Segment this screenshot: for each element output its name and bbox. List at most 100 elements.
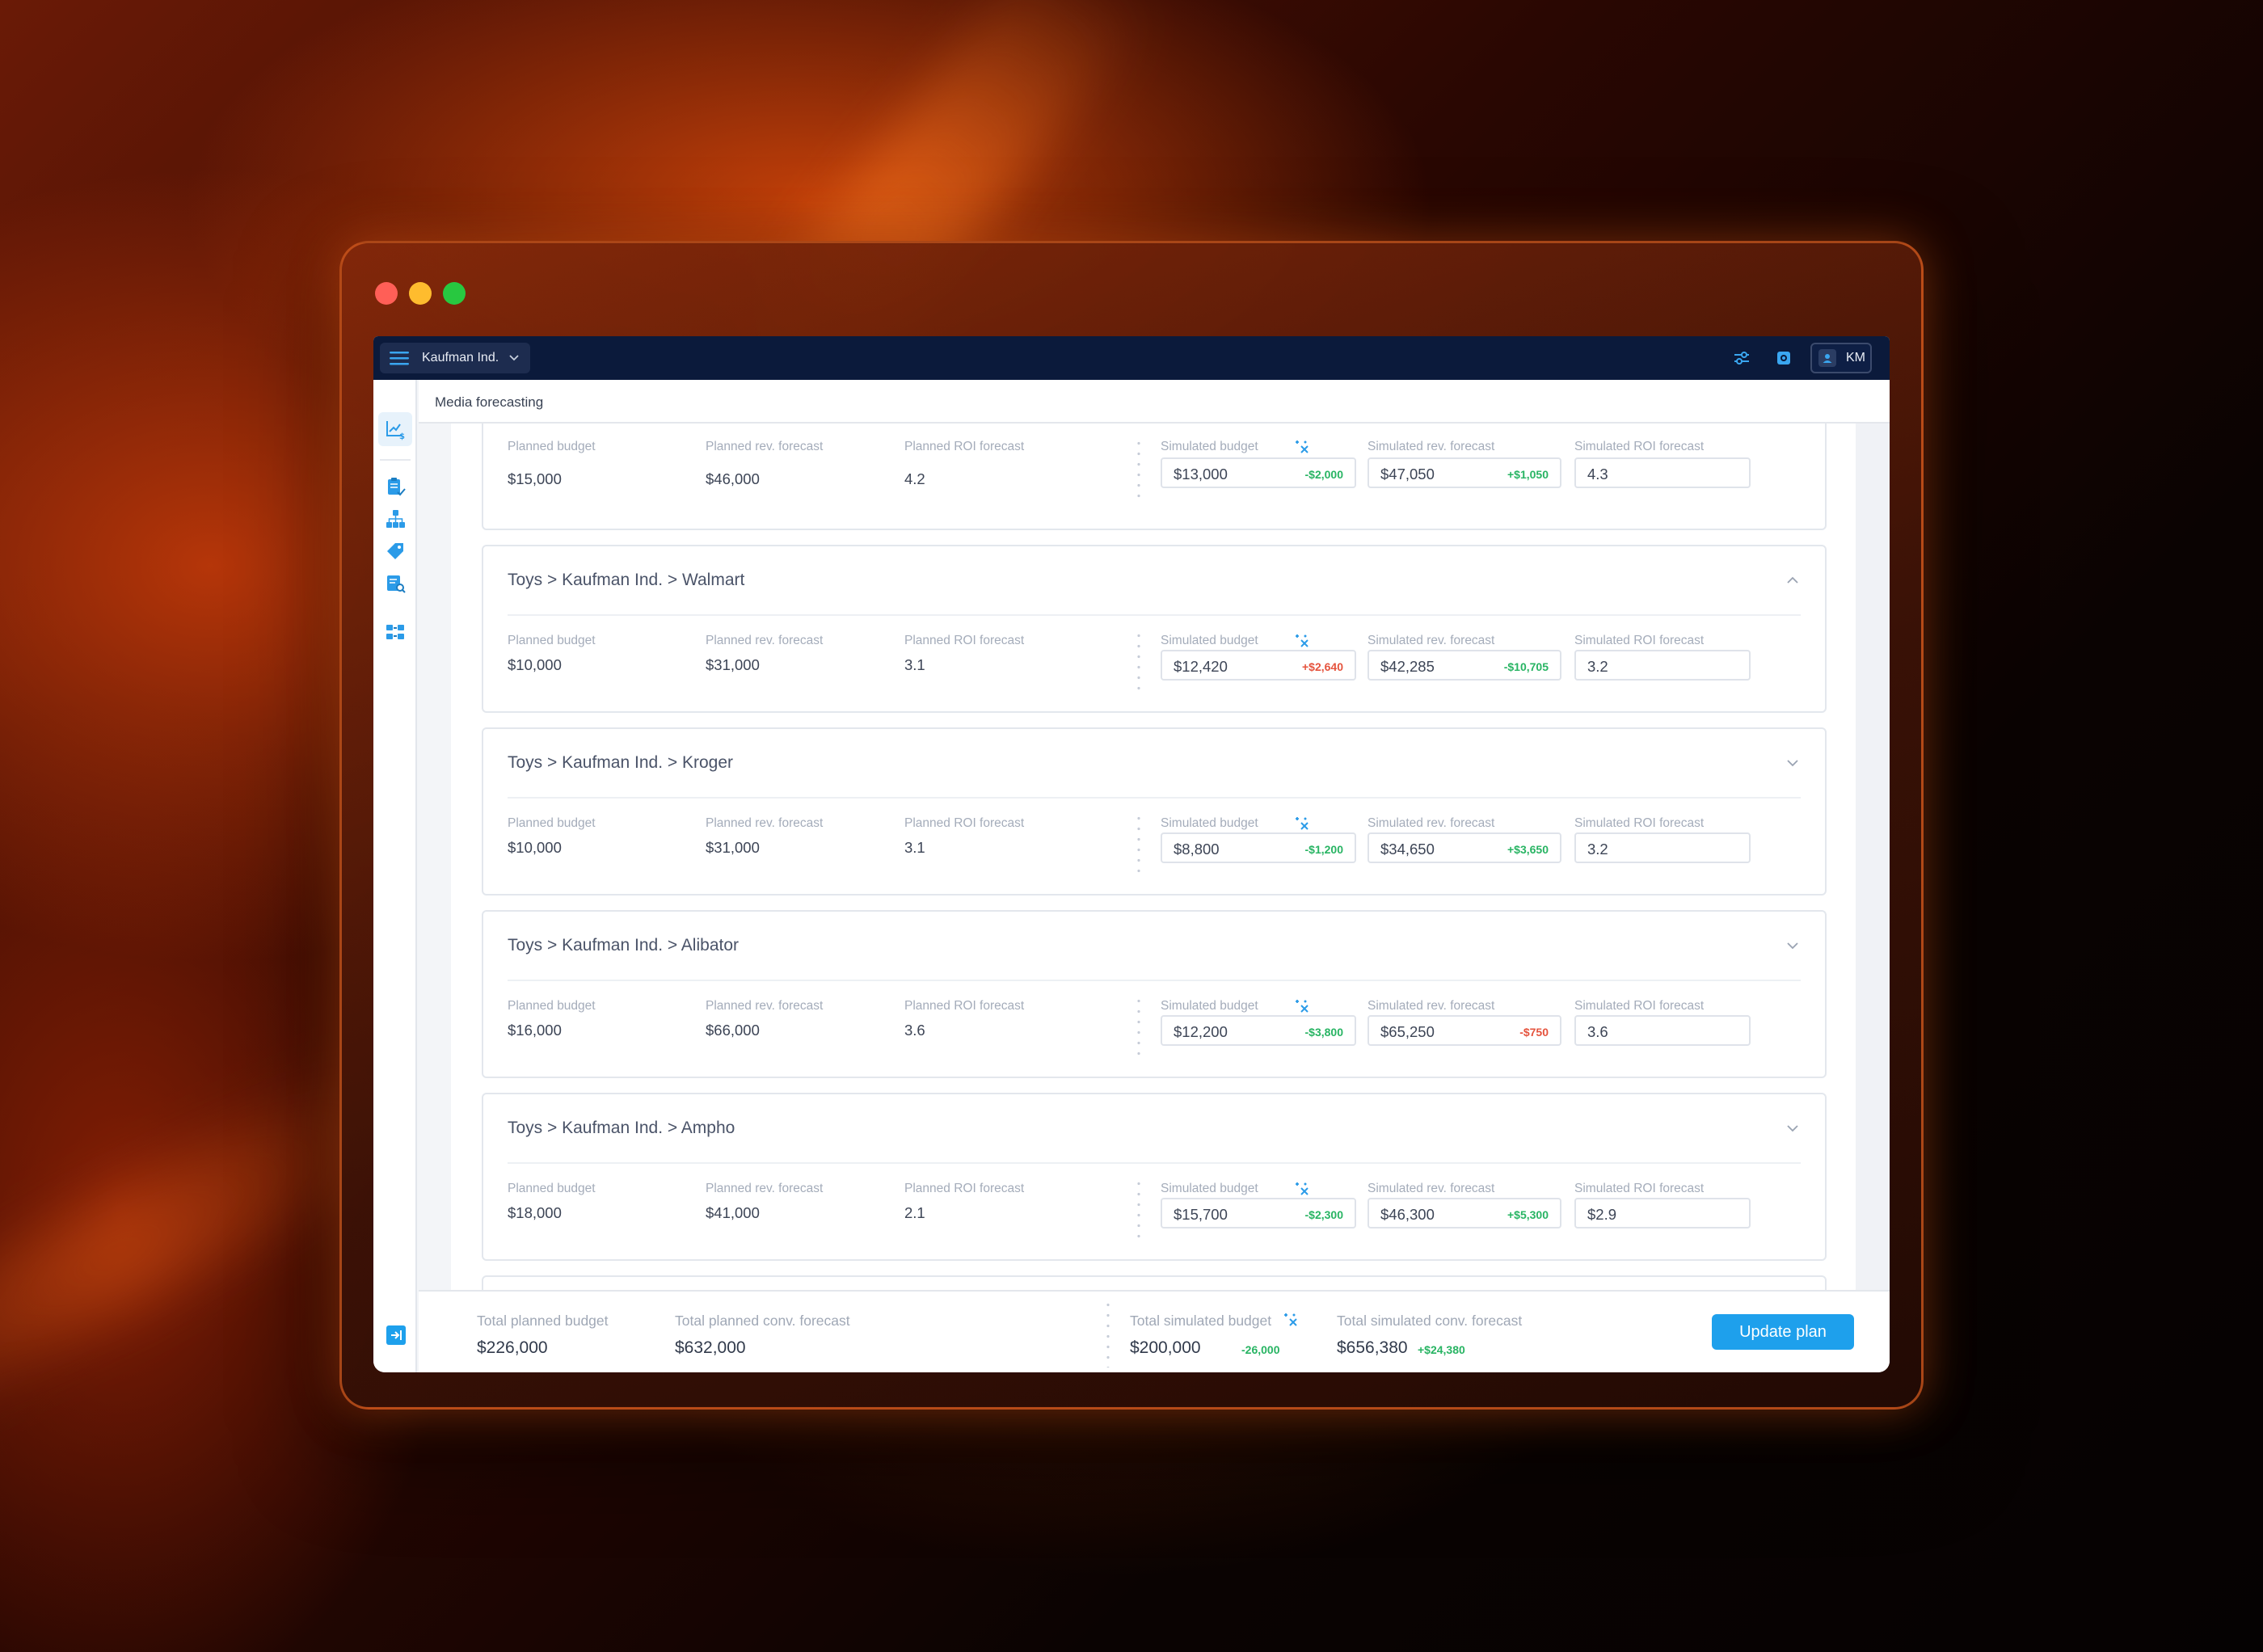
total-planned-budget-label: Total planned budget: [477, 1313, 609, 1329]
sim-roi-value: 3.6: [1587, 1023, 1608, 1040]
sim-budget-label: Simulated budget: [1161, 999, 1258, 1013]
simulate-icon[interactable]: [1282, 1311, 1300, 1329]
planned-budget-value: $15,000: [508, 470, 562, 487]
planned-rev-label: Planned rev. forecast: [706, 999, 824, 1013]
forecast-card-ampho: Toys > Kaufman Ind. > Ampho Planned budg…: [482, 1093, 1827, 1261]
window-maximize-button[interactable]: [443, 282, 466, 305]
planned-budget-label: Planned budget: [508, 999, 596, 1013]
simulate-icon[interactable]: [1293, 815, 1311, 832]
sim-roi-label: Simulated ROI forecast: [1574, 634, 1705, 647]
update-plan-button[interactable]: Update plan: [1712, 1314, 1854, 1350]
sim-rev-value: $47,050: [1380, 466, 1435, 483]
scrollbar-track[interactable]: [1856, 424, 1890, 1293]
chevron-down-icon[interactable]: [1785, 938, 1801, 954]
sim-budget-field[interactable]: $13,000 -$2,000: [1161, 457, 1356, 488]
sim-rev-field[interactable]: $34,650 +$3,650: [1367, 832, 1561, 863]
planned-rev-value: $31,000: [706, 839, 760, 856]
simulate-icon[interactable]: [1293, 1180, 1311, 1198]
sliders-icon[interactable]: [1726, 343, 1757, 373]
window-close-button[interactable]: [375, 282, 398, 305]
card-title[interactable]: Toys > Kaufman Ind. > Alibator: [508, 936, 739, 955]
hierarchy-icon[interactable]: [384, 508, 407, 530]
sim-rev-field[interactable]: $46,300 +$5,300: [1367, 1198, 1561, 1228]
sim-roi-field[interactable]: $2.9: [1574, 1198, 1751, 1228]
forecast-card: Planned budget $15,000 Planned rev. fore…: [482, 424, 1827, 530]
forecast-list: Planned budget $15,000 Planned rev. fore…: [451, 424, 1875, 1293]
top-navigation-bar: Kaufman Ind. KM: [373, 336, 1890, 380]
user-menu[interactable]: KM: [1810, 343, 1872, 373]
sim-rev-value: $34,650: [1380, 841, 1435, 858]
sim-budget-field[interactable]: $15,700 -$2,300: [1161, 1198, 1356, 1228]
collapse-sidebar-icon[interactable]: [386, 1325, 406, 1345]
sim-rev-delta: +$1,050: [1507, 468, 1549, 481]
section-divider: [1137, 630, 1140, 692]
sim-roi-field[interactable]: 3.2: [1574, 650, 1751, 681]
chevron-down-icon[interactable]: [1785, 755, 1801, 771]
sim-roi-label: Simulated ROI forecast: [1574, 1182, 1705, 1195]
clipboard-check-icon[interactable]: [384, 475, 407, 498]
forecast-card-kroger: Toys > Kaufman Ind. > Kroger Planned bud…: [482, 727, 1827, 896]
sidebar: $: [373, 380, 417, 1372]
sim-rev-delta: -$750: [1519, 1026, 1549, 1039]
sim-rev-field[interactable]: $47,050 +$1,050: [1367, 457, 1561, 488]
sim-budget-value: $12,200: [1174, 1023, 1228, 1040]
card-title[interactable]: Toys > Kaufman Ind. > Ampho: [508, 1119, 735, 1138]
account-switcher[interactable]: Kaufman Ind.: [380, 343, 530, 373]
simulate-icon[interactable]: [1293, 997, 1311, 1015]
planned-roi-value: 3.1: [904, 839, 925, 856]
app-window: Kaufman Ind. KM $ Media forecasting Plan…: [373, 336, 1890, 1372]
total-planned-budget-value: $226,000: [477, 1338, 548, 1357]
settings-icon[interactable]: [1768, 343, 1799, 373]
total-planned-conv-label: Total planned conv. forecast: [675, 1313, 850, 1329]
sim-roi-value: 3.2: [1587, 841, 1608, 858]
total-sim-budget-delta: -26,000: [1241, 1343, 1280, 1356]
sim-budget-delta: -$2,300: [1304, 1208, 1343, 1221]
user-icon: [1818, 349, 1836, 367]
planned-roi-value: 3.6: [904, 1022, 925, 1039]
total-sim-conv-label: Total simulated conv. forecast: [1337, 1313, 1523, 1329]
card-title[interactable]: Toys > Kaufman Ind. > Kroger: [508, 753, 733, 773]
planned-rev-label: Planned rev. forecast: [706, 1182, 824, 1195]
sim-budget-field[interactable]: $8,800 -$1,200: [1161, 832, 1356, 863]
planned-budget-label: Planned budget: [508, 1182, 596, 1195]
total-sim-budget-label: Total simulated budget: [1130, 1313, 1272, 1329]
sim-roi-value: 3.2: [1587, 658, 1608, 675]
media-forecast-icon[interactable]: $: [384, 418, 407, 440]
simulate-icon[interactable]: [1293, 632, 1311, 650]
planned-roi-label: Planned ROI forecast: [904, 1182, 1025, 1195]
sim-roi-field[interactable]: 4.3: [1574, 457, 1751, 488]
sim-rev-label: Simulated rev. forecast: [1367, 816, 1495, 830]
card-title[interactable]: Toys > Kaufman Ind. > Walmart: [508, 571, 744, 590]
planned-roi-label: Planned ROI forecast: [904, 634, 1025, 647]
report-search-icon[interactable]: [384, 572, 407, 595]
sim-rev-field[interactable]: $65,250 -$750: [1367, 1015, 1561, 1046]
menu-icon[interactable]: [388, 349, 411, 367]
sim-rev-label: Simulated rev. forecast: [1367, 999, 1495, 1013]
sim-roi-field[interactable]: 3.2: [1574, 832, 1751, 863]
tags-icon[interactable]: [384, 540, 407, 563]
sim-rev-label: Simulated rev. forecast: [1367, 634, 1495, 647]
sim-budget-label: Simulated budget: [1161, 440, 1258, 453]
simulate-icon[interactable]: [1293, 438, 1311, 456]
sim-rev-delta: +$3,650: [1507, 843, 1549, 856]
sim-roi-field[interactable]: 3.6: [1574, 1015, 1751, 1046]
compare-icon[interactable]: [384, 621, 407, 643]
sim-budget-field[interactable]: $12,420 +$2,640: [1161, 650, 1356, 681]
chevron-up-icon[interactable]: [1785, 572, 1801, 588]
sim-rev-field[interactable]: $42,285 -$10,705: [1367, 650, 1561, 681]
totals-footer: Total planned budget $226,000 Total plan…: [419, 1290, 1890, 1372]
total-sim-conv-delta: +$24,380: [1418, 1343, 1465, 1356]
chevron-down-icon[interactable]: [1785, 1120, 1801, 1136]
window-minimize-button[interactable]: [409, 282, 432, 305]
planned-roi-value: 3.1: [904, 656, 925, 673]
page-title: Media forecasting: [435, 394, 544, 410]
planned-budget-value: $10,000: [508, 656, 562, 673]
planned-rev-label: Planned rev. forecast: [706, 816, 824, 830]
sim-budget-value: $12,420: [1174, 658, 1228, 675]
section-divider: [1137, 813, 1140, 874]
sim-rev-value: $46,300: [1380, 1206, 1435, 1223]
sim-budget-field[interactable]: $12,200 -$3,800: [1161, 1015, 1356, 1046]
planned-budget-label: Planned budget: [508, 816, 596, 830]
sim-budget-delta: +$2,640: [1302, 660, 1343, 673]
sim-roi-label: Simulated ROI forecast: [1574, 816, 1705, 830]
